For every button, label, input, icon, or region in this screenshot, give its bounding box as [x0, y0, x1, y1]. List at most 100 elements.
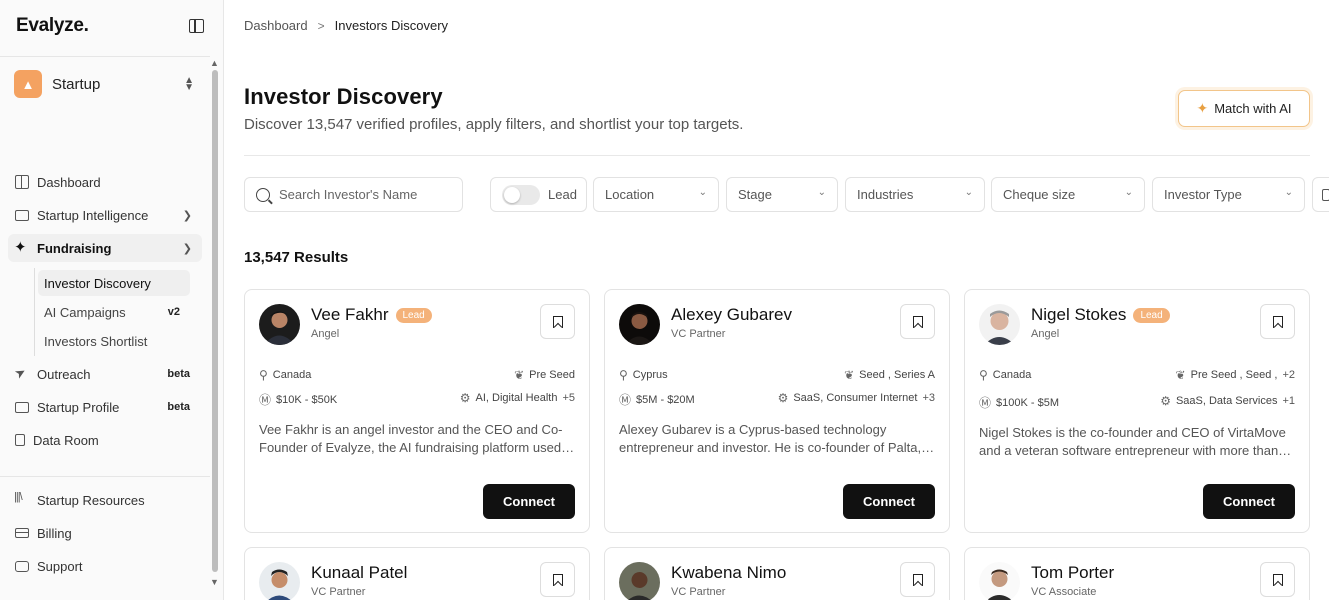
- chevron-down-icon: ⌄: [698, 187, 707, 198]
- bookmark-button[interactable]: [1260, 304, 1295, 339]
- lead-filter[interactable]: Lead: [490, 177, 587, 212]
- sidebar-subitem-investors-shortlist[interactable]: Investors Shortlist: [38, 328, 190, 354]
- version-badge: v2: [167, 306, 180, 318]
- industries-select[interactable]: Industries ⌄: [845, 177, 985, 212]
- results-count: 13,547 Results: [244, 249, 349, 266]
- chevron-up-down-icon: ▲ ▼: [184, 75, 194, 93]
- breadcrumb-separator: >: [317, 18, 325, 33]
- investor-name[interactable]: Alexey Gubarev: [671, 305, 792, 325]
- stages-more-count[interactable]: +2: [1282, 369, 1295, 381]
- sidebar-item-startup-profile[interactable]: Startup Profile beta: [8, 393, 202, 421]
- folder-icon: [15, 401, 29, 413]
- investor-name[interactable]: Tom Porter: [1031, 563, 1114, 583]
- stages-text: Pre Seed: [529, 369, 575, 381]
- bookmark-icon: [1272, 315, 1283, 328]
- sidebar-item-label: Investor Discovery: [44, 275, 151, 291]
- lead-toggle-switch[interactable]: [502, 184, 540, 205]
- bookmark-icon: [1272, 573, 1283, 586]
- investor-stages: ❦ Seed , Series A: [844, 368, 935, 382]
- sparkle-icon: [14, 238, 29, 256]
- industries-text: SaaS, Consumer Internet: [793, 392, 918, 404]
- page-subtitle: Discover 13,547 verified profiles, apply…: [244, 116, 744, 133]
- dollar-circle-icon: Ⓜ: [259, 393, 272, 407]
- bookmark-button[interactable]: [540, 304, 575, 339]
- sidebar-item-startup-intelligence[interactable]: Startup Intelligence ❯: [8, 201, 202, 229]
- bookmark-button[interactable]: [900, 562, 935, 597]
- sidebar-item-support[interactable]: Support: [8, 552, 202, 580]
- avatar: [979, 304, 1020, 345]
- breadcrumb-dashboard[interactable]: Dashboard: [244, 18, 308, 33]
- investor-name[interactable]: Nigel Stokes: [1031, 305, 1126, 325]
- sidebar-item-dashboard[interactable]: Dashboard: [8, 168, 202, 196]
- lead-toggle-label: Lead: [548, 187, 577, 202]
- industries-more-count[interactable]: +3: [922, 392, 935, 404]
- investor-card: Kunaal Patel VC Partner: [244, 547, 590, 600]
- more-filters-button[interactable]: [1312, 177, 1329, 212]
- scroll-up-arrow[interactable]: ▲: [210, 58, 219, 68]
- sidebar-item-billing[interactable]: Billing: [8, 519, 202, 547]
- select-label: Location: [605, 187, 655, 202]
- industries-more-count[interactable]: +1: [1282, 395, 1295, 407]
- avatar: [259, 304, 300, 345]
- sidebar-subitem-investor-discovery[interactable]: Investor Discovery: [38, 270, 190, 296]
- select-label: Stage: [738, 187, 772, 202]
- investor-stages: ❦ Pre Seed: [514, 368, 575, 382]
- bookmark-button[interactable]: [540, 562, 575, 597]
- lead-badge: Lead: [1133, 307, 1170, 323]
- sidebar-toggle-icon[interactable]: [189, 19, 204, 33]
- scroll-down-arrow[interactable]: ▼: [210, 577, 219, 587]
- stage-select[interactable]: Stage ⌄: [726, 177, 838, 212]
- sidebar-item-outreach[interactable]: Outreach beta: [8, 360, 202, 388]
- cheque-size-select[interactable]: Cheque size ⌄: [991, 177, 1145, 212]
- bookmark-button[interactable]: [1260, 562, 1295, 597]
- connect-button[interactable]: Connect: [483, 484, 575, 519]
- workspace-switcher[interactable]: ▲ Startup ▲ ▼: [14, 70, 204, 98]
- investor-card: Kwabena Nimo VC Partner: [604, 547, 950, 600]
- investor-description: Alexey Gubarev is a Cyprus-based technol…: [619, 422, 932, 455]
- sidebar-scrollbar[interactable]: [212, 70, 218, 572]
- chevron-down-icon: ❯: [182, 242, 192, 255]
- sidebar-item-label: Support: [37, 558, 83, 574]
- investor-name[interactable]: Vee Fakhr: [311, 305, 389, 325]
- match-with-ai-button[interactable]: ✦ Match with AI: [1178, 90, 1310, 127]
- sidebar-item-data-room[interactable]: Data Room: [8, 426, 202, 454]
- location-pin-icon: ⚲: [979, 368, 988, 382]
- sidebar-subitem-ai-campaigns[interactable]: AI Campaigns v2: [38, 299, 190, 325]
- investor-search-input[interactable]: Search Investor's Name: [244, 177, 463, 212]
- investor-type-select[interactable]: Investor Type ⌄: [1152, 177, 1305, 212]
- chevron-down-icon: ⌄: [817, 187, 826, 198]
- divider: [0, 56, 210, 57]
- app-logo[interactable]: Evalyze.: [16, 15, 89, 37]
- investor-cheque: Ⓜ $100K - $5M: [979, 394, 1059, 411]
- investor-industries: ⚙ AI, Digital Health +5: [460, 391, 575, 405]
- location-text: Canada: [992, 369, 1032, 381]
- search-icon: [256, 187, 270, 202]
- location-select[interactable]: Location ⌄: [593, 177, 719, 212]
- sidebar-item-label: Outreach: [37, 366, 91, 382]
- sidebar-item-fundraising[interactable]: Fundraising ❯: [8, 234, 202, 262]
- filter-grid-icon: [1322, 188, 1329, 201]
- investor-stages: ❦ Pre Seed , Seed , +2: [1176, 368, 1295, 382]
- investor-location: ⚲ Cyprus: [619, 368, 668, 382]
- credit-card-icon: [15, 528, 29, 538]
- location-text: Cyprus: [632, 369, 668, 381]
- gear-icon: ⚙: [777, 391, 789, 405]
- industries-more-count[interactable]: +5: [562, 392, 575, 404]
- sidebar-item-label: Fundraising: [37, 240, 112, 256]
- connect-button[interactable]: Connect: [1203, 484, 1295, 519]
- bookmark-icon: [912, 573, 923, 586]
- investor-name-row: Tom Porter: [1031, 563, 1114, 583]
- bookmark-button[interactable]: [900, 304, 935, 339]
- investor-name[interactable]: Kwabena Nimo: [671, 563, 786, 583]
- investor-role: Angel: [1031, 328, 1060, 340]
- investor-role: VC Partner: [671, 586, 726, 598]
- lead-badge: Lead: [395, 307, 432, 323]
- investor-location: ⚲ Canada: [259, 368, 311, 382]
- connect-button[interactable]: Connect: [843, 484, 935, 519]
- investor-cheque: Ⓜ $5M - $20M: [619, 391, 695, 408]
- workspace-name: Startup: [52, 75, 101, 93]
- chevron-down-icon: ⌄: [964, 187, 973, 198]
- sidebar-item-startup-resources[interactable]: Startup Resources: [8, 486, 202, 514]
- avatar: [259, 562, 300, 600]
- investor-name[interactable]: Kunaal Patel: [311, 563, 407, 583]
